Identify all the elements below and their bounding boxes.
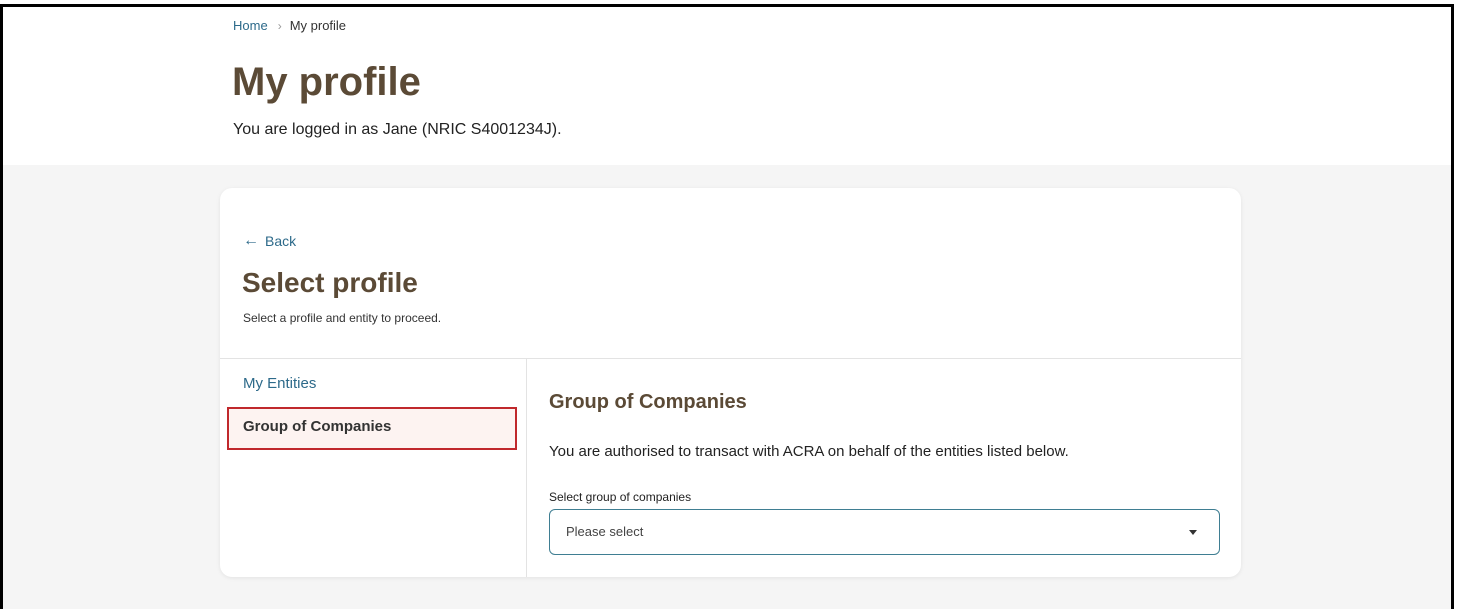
profile-sidebar: My Entities Group of Companies [220,359,527,577]
arrow-left-icon: ← [243,232,259,249]
back-link[interactable]: ← Back [243,232,296,250]
chevron-down-icon [1189,530,1197,535]
card-subtitle: Select a profile and entity to proceed. [243,311,442,325]
main-area: ← Back Select profile Select a profile a… [3,165,1451,609]
page-title: My profile [232,60,421,104]
breadcrumb-current: My profile [289,18,347,33]
sidebar-heading-my-entities[interactable]: My Entities [243,375,316,392]
card-title: Select profile [242,267,418,298]
breadcrumb-home-link[interactable]: Home [233,18,268,33]
group-of-companies-panel: Group of Companies You are authorised to… [527,359,1241,577]
panel-title: Group of Companies [549,391,747,413]
back-label: Back [265,233,297,249]
breadcrumb: Home › My profile [233,18,346,33]
breadcrumb-separator-icon: › [277,18,282,33]
login-status-text: You are logged in as Jane (NRIC S4001234… [233,121,562,138]
sidebar-item-group-of-companies[interactable]: Group of Companies [227,407,517,450]
select-placeholder: Please select [566,524,644,539]
browser-frame: Home › My profile My profile You are log… [0,4,1454,609]
page-header: Home › My profile My profile You are log… [3,7,1451,165]
select-group-dropdown[interactable]: Please select [549,509,1220,555]
panel-description: You are authorised to transact with ACRA… [549,443,1069,460]
select-group-label: Select group of companies [549,490,692,504]
card-header: ← Back Select profile Select a profile a… [220,188,1241,359]
select-profile-card: ← Back Select profile Select a profile a… [220,188,1241,577]
